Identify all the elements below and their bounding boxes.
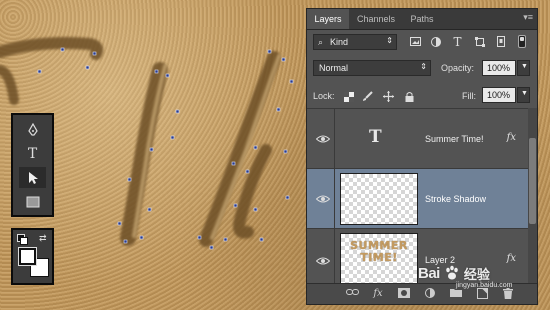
pen-tool-icon[interactable]: [19, 119, 46, 140]
shape-filter-icon[interactable]: [473, 34, 486, 49]
layer-row-stroke-shadow[interactable]: Stroke Shadow: [307, 169, 529, 229]
opacity-input[interactable]: 100%: [482, 60, 516, 76]
lock-position-icon[interactable]: [382, 89, 395, 104]
new-layer-icon[interactable]: [475, 288, 489, 300]
fill-input[interactable]: 100%: [482, 87, 516, 103]
row-divider: [334, 229, 335, 289]
blend-mode-value: Normal: [319, 63, 349, 73]
tab-channels[interactable]: Channels: [349, 9, 403, 29]
thumbnail-text-line: TIME!: [360, 251, 398, 264]
chevron-updown-icon: ⇕: [420, 62, 427, 71]
row-divider: [334, 169, 335, 228]
foreground-color-swatch[interactable]: [18, 247, 37, 266]
visibility-eye-icon[interactable]: [315, 131, 331, 147]
baidu-jingyan-watermark: Bai 经验 jingyan.baidu.com: [418, 260, 512, 290]
link-layers-icon[interactable]: [345, 288, 359, 300]
layer-filter-kind-select[interactable]: ⌕ Kind ⇕: [313, 34, 397, 50]
chevron-down-icon: ▼: [521, 63, 528, 70]
opacity-dropdown-button[interactable]: ▼: [517, 60, 530, 76]
mask-icon[interactable]: [397, 288, 411, 300]
fill-dropdown-button[interactable]: ▼: [517, 87, 530, 103]
tab-layers[interactable]: Layers: [307, 9, 349, 29]
chevron-updown-icon: ⇕: [386, 36, 393, 45]
opacity-label: Opacity:: [441, 63, 475, 73]
lock-transparent-icon[interactable]: [342, 89, 355, 104]
image-filter-icon[interactable]: [409, 34, 422, 49]
fx-icon[interactable]: fx: [371, 288, 385, 300]
adjustment-icon[interactable]: [423, 288, 437, 300]
blend-mode-select[interactable]: Normal ⇕: [313, 60, 431, 76]
layer-row-summer-time[interactable]: T Summer Time! fx: [307, 109, 529, 169]
color-swatches-panel: ⇄: [11, 228, 54, 285]
watermark-cn-text: 经验: [463, 266, 490, 282]
panel-tabs: Layers Channels Paths ▾≡: [307, 9, 537, 30]
adjustment-filter-icon[interactable]: [429, 34, 442, 49]
tools-panel: T: [11, 113, 54, 217]
search-icon: ⌕: [318, 37, 324, 47]
rectangle-tool-icon[interactable]: [19, 191, 46, 212]
filter-toggle-icon[interactable]: [515, 34, 528, 49]
layer-list-scrollbar[interactable]: [528, 108, 537, 289]
lock-image-icon[interactable]: [361, 89, 374, 104]
layer-effects-icon[interactable]: fx: [507, 253, 516, 264]
trash-icon[interactable]: [501, 288, 515, 300]
opacity-value: 100%: [487, 63, 511, 73]
scrollbar-thumb[interactable]: [529, 138, 536, 224]
watermark-url: jingyan.baidu.com: [456, 282, 513, 289]
type-filter-icon[interactable]: T: [451, 34, 464, 49]
fill-label: Fill:: [462, 91, 476, 101]
text-layer-icon: T: [369, 127, 382, 147]
layer-thumbnail: [340, 173, 418, 225]
visibility-eye-icon[interactable]: [315, 253, 331, 269]
lock-label: Lock:: [313, 91, 335, 101]
tab-paths[interactable]: Paths: [403, 9, 441, 29]
chevron-down-icon: ▼: [521, 90, 528, 97]
layer-effects-icon[interactable]: fx: [507, 132, 516, 143]
thumbnail-art: SUMMER TIME!: [341, 240, 417, 264]
group-icon[interactable]: [449, 288, 463, 300]
lock-all-icon[interactable]: [403, 89, 416, 104]
layer-name[interactable]: Stroke Shadow: [425, 194, 486, 204]
panel-menu-icon[interactable]: ▾≡: [523, 12, 533, 23]
smart-object-filter-icon[interactable]: [494, 34, 507, 49]
swap-colors-icon[interactable]: ⇄: [39, 233, 47, 244]
type-tool-glyph: T: [27, 145, 38, 162]
path-selection-tool-icon[interactable]: [19, 167, 46, 188]
layer-thumbnail: SUMMER TIME!: [340, 233, 418, 285]
filter-kind-value: Kind: [330, 37, 349, 47]
row-divider: [334, 109, 335, 168]
layer-name[interactable]: Summer Time!: [425, 134, 484, 144]
visibility-eye-icon[interactable]: [315, 191, 331, 207]
type-tool-icon[interactable]: T: [19, 143, 46, 164]
fill-value: 100%: [487, 90, 511, 100]
watermark-text: Bai: [418, 264, 440, 282]
paw-logo-icon: [446, 265, 458, 280]
default-colors-icon[interactable]: [17, 234, 28, 245]
